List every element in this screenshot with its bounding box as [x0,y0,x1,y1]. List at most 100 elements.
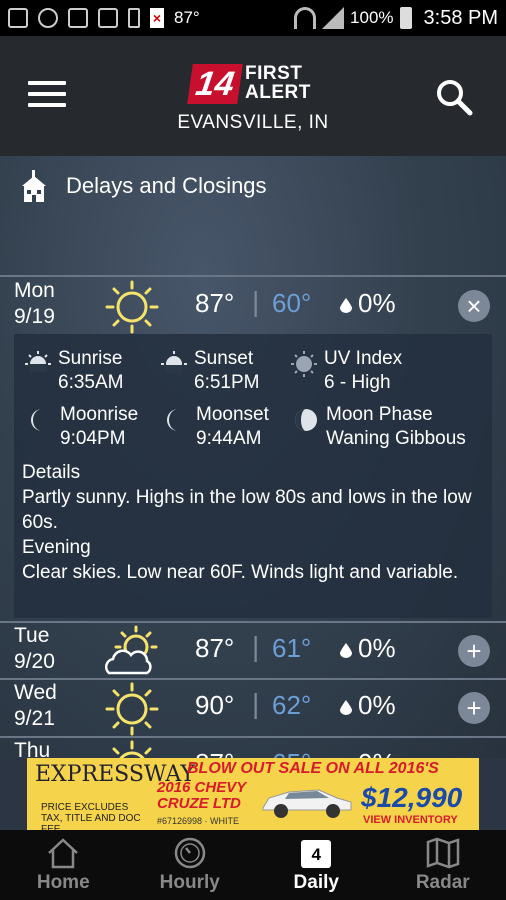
nav-home-label: Home [36,872,90,893]
status-bar: × 87° 100% 3:58 PM [0,0,506,36]
moonrise-time: 9:04PM [60,428,126,449]
precip-chance: 0% [358,690,396,720]
clock: 3:58 PM [423,6,498,29]
add-notification-icon [8,8,28,28]
moonrise-label: Moonrise [60,404,139,425]
sun-icon [105,280,159,334]
day-date: 9/21 [14,707,55,730]
low-temp: 61° [272,633,312,663]
uv-label: UV Index [324,348,403,369]
battery-icon [399,7,412,29]
search-icon [437,80,473,116]
high-temp: 87° [195,633,235,663]
no-data-icon: × [150,8,164,28]
battery-percent: 100% [350,8,394,27]
battery-notification-icon [128,8,140,28]
high-temp: 90° [195,690,235,720]
calendar-icon: 4 [301,840,332,868]
status-temp: 87° [174,8,200,27]
moon-phase-icon [295,409,317,431]
nav-home[interactable]: Home [0,830,127,900]
logo-number: 14 [187,64,243,104]
moonset-label: Moonset [196,404,269,425]
nav-hourly[interactable]: Hourly [127,830,254,900]
day-row-tue[interactable]: Tue 9/20 87° | 61° 0% + [0,623,506,681]
uv-icon [291,351,317,377]
logo-line1: FIRST [245,63,303,84]
sun-icon [105,682,159,736]
precip-chance: 0% [358,633,396,663]
nav-hourly-label: Hourly [159,872,220,893]
collapse-button[interactable]: × [458,290,490,322]
precip-chance: 0% [358,748,396,758]
moonset-icon [167,409,178,431]
evening-text: Clear skies. Low near 60F. Winds light a… [22,562,459,583]
ad-stock: #67126998 · WHITE [157,816,240,826]
sunrise-time: 6:35AM [58,372,124,393]
menu-icon [28,81,66,85]
partly-cloudy-icon [104,625,158,675]
school-icon [22,170,46,202]
sun-icon [112,740,152,758]
low-temp: 62° [272,690,312,720]
logo-line2: ALERT [245,82,311,103]
mail-icon [98,8,118,28]
day-row-mon[interactable]: Mon 9/19 87° | 60° 0% × [0,278,506,336]
day-date: 9/19 [14,305,55,328]
raindrop-icon [340,643,352,658]
temp-separator: | [252,286,260,317]
day-name: Tue [14,624,50,647]
car-image [262,789,352,818]
ad-model: 2016 CHEVY CRUZE LTD [157,779,246,812]
low-temp: 60° [272,288,312,318]
nav-daily[interactable]: 4 Daily [253,830,380,900]
temp-separator: | [252,688,260,719]
sunrise-icon [25,351,51,372]
high-temp: 87° [195,748,234,758]
day-name: Wed [14,681,57,704]
moon-phase-value: Waning Gibbous [326,428,466,449]
sunset-time: 6:51PM [194,372,260,393]
moonset-time: 9:44AM [196,428,262,449]
search-button[interactable] [435,78,475,118]
location-title: EVANSVILLE, IN [177,112,329,133]
low-temp: 65° [272,748,311,758]
wifi-icon [294,7,317,29]
day-date: 9/20 [14,650,55,673]
menu-button[interactable] [28,81,66,111]
expand-button[interactable]: + [458,635,490,667]
temp-separator: | [252,631,260,662]
moonrise-icon [31,409,42,431]
ad-price: $12,990 [361,782,463,813]
nav-daily-label: Daily [293,872,339,893]
map-icon [426,837,459,869]
uv-value: 6 - High [324,372,391,393]
ad-sale-text: BLOW OUT SALE ON ALL 2016'S [187,760,439,777]
divider [0,275,506,277]
station-logo: 14 FIRST ALERT [187,63,320,104]
details-text: Partly sunny. Highs in the low 80s and l… [22,487,472,533]
expand-button[interactable]: + [458,692,490,724]
day-row-thu[interactable]: Thu 87° 65° 0% [0,738,506,758]
evening-heading: Evening [22,537,91,558]
raindrop-icon [340,700,352,715]
signal-icon [322,7,345,29]
day-details-panel: Sunrise 6:35AM Sunset 6:51PM UV Index 6 … [14,334,492,618]
ad-banner[interactable]: EXPRESSWAY PRICE EXCLUDES TAX, TITLE AND… [27,758,479,830]
ad-view-inventory[interactable]: VIEW INVENTORY [363,814,458,826]
nav-radar[interactable]: Radar [380,830,506,900]
moon-phase-label: Moon Phase [326,404,433,425]
nav-radar-label: Radar [415,872,470,893]
high-temp: 87° [195,288,235,318]
sunset-icon [161,351,187,373]
day-row-wed[interactable]: Wed 9/21 90° | 62° 0% + [0,680,506,738]
raindrop-icon [340,298,352,313]
day-name: Thu [14,739,51,758]
bottom-nav: Home Hourly 4 Daily Radar [0,830,506,900]
clock-icon [174,837,205,869]
ad-fine-print: PRICE EXCLUDES TAX, TITLE AND DOC FEE [41,802,141,830]
home-icon [48,838,79,869]
delays-closings-link[interactable]: Delays and Closings [0,156,506,216]
day-name: Mon [14,279,55,302]
app-bar: 14 FIRST ALERT EVANSVILLE, IN [0,36,506,156]
